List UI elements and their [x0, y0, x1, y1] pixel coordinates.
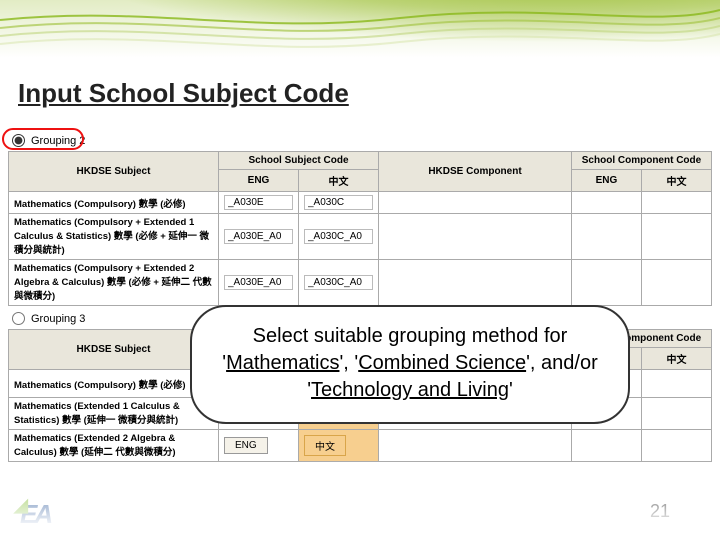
grouping-3-radio-input[interactable] [12, 312, 25, 325]
page-number: 21 [650, 501, 670, 522]
th-school-component-code: School Component Code [571, 152, 711, 170]
code-eng-input[interactable] [224, 195, 293, 210]
grouping-2-label: Grouping 2 [31, 135, 85, 147]
th-eng: ENG [219, 170, 299, 192]
th-hkdse-subject: HKDSE Subject [9, 152, 219, 192]
th-zh: 中文 [299, 170, 379, 192]
table-row: Mathematics (Compulsory + Extended 1 Cal… [9, 214, 712, 260]
fade-overlay [0, 460, 720, 540]
subject-cell: Mathematics (Compulsory + Extended 1 Cal… [9, 214, 219, 260]
th-comp-eng: ENG [571, 170, 641, 192]
th-comp-zh: 中文 [641, 348, 711, 370]
grouping-3-label: Grouping 3 [31, 313, 85, 325]
code-eng-input[interactable] [224, 229, 293, 244]
subject-cell: Mathematics (Compulsory) 數學 (必修) [9, 370, 219, 398]
code-zh-input[interactable] [304, 229, 373, 244]
table-row: Mathematics (Compulsory + Extended 2 Alg… [9, 260, 712, 306]
callout-tl: Technology and Living [311, 379, 509, 401]
subject-cell: Mathematics (Compulsory + Extended 2 Alg… [9, 260, 219, 306]
grouping-2-radio-input[interactable] [12, 134, 25, 147]
code-zh-input[interactable] [304, 275, 373, 290]
callout-math: Mathematics [226, 352, 339, 374]
subject-cell: Mathematics (Extended 2 Algebra & Calcul… [9, 430, 219, 462]
grouping-2-radio[interactable]: Grouping 2 [12, 134, 712, 147]
table-row: Mathematics (Extended 2 Algebra & Calcul… [9, 430, 712, 462]
th-school-subject-code: School Subject Code [219, 152, 379, 170]
page-title: Input School Subject Code [18, 78, 349, 109]
code-zh-input[interactable] [304, 195, 373, 210]
th-hkdse-subject: HKDSE Subject [9, 330, 219, 370]
lang-eng-btn[interactable]: ENG [224, 437, 268, 454]
th-comp-zh: 中文 [641, 170, 711, 192]
logo: ◢EA [20, 499, 50, 530]
decorative-header [0, 0, 720, 72]
callout-cs: Combined Science [358, 352, 526, 374]
subject-cell: Mathematics (Compulsory) 數學 (必修) [9, 192, 219, 214]
callout-bubble: Select suitable grouping method for 'Mat… [190, 305, 630, 424]
subject-code-table-g2: HKDSE Subject School Subject Code HKDSE … [8, 151, 712, 306]
lang-zh-btn[interactable]: 中文 [304, 435, 346, 456]
code-eng-input[interactable] [224, 275, 293, 290]
table-row: Mathematics (Compulsory) 數學 (必修) [9, 192, 712, 214]
subject-cell: Mathematics (Extended 1 Calculus & Stati… [9, 398, 219, 430]
th-hkdse-component: HKDSE Component [379, 152, 572, 192]
